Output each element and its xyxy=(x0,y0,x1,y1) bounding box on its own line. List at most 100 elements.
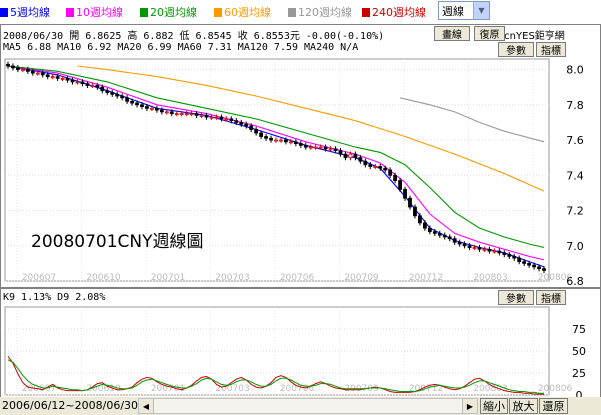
candle-body xyxy=(388,169,393,176)
kd-indicator-button[interactable]: 指標 xyxy=(536,290,566,305)
legend-item-ma60[interactable]: 60週均線 xyxy=(214,4,271,20)
indicator-button[interactable]: 指標 xyxy=(536,42,566,57)
candle-body xyxy=(442,234,447,238)
candle-body xyxy=(174,113,179,116)
candle-body xyxy=(145,106,149,109)
candle-body xyxy=(35,72,40,75)
candle-body xyxy=(502,252,507,255)
candle-body xyxy=(373,166,378,168)
legend-swatch xyxy=(66,7,74,17)
draw-line-button[interactable]: 畫線 xyxy=(434,26,470,41)
kd-info: K9 1.13% D9 2.08% xyxy=(3,292,106,303)
kd-panel: K9 1.13% D9 2.08% 參數 指標 200607 200610 2007… xyxy=(0,288,601,398)
x-tick-label: 200706 xyxy=(280,273,315,283)
candle-body xyxy=(507,254,512,257)
legend-item-ma240[interactable]: 240週均線 xyxy=(362,4,426,20)
candle-body xyxy=(403,188,407,199)
candle-body xyxy=(333,148,338,152)
candle-body xyxy=(477,247,482,250)
kd-x-tick-label: 200806 xyxy=(538,384,573,394)
candle-body xyxy=(393,174,398,181)
zoom-out-button[interactable]: 縮小 xyxy=(480,398,508,414)
time-scrollbar[interactable]: ◀ ▶ xyxy=(138,398,478,414)
zoom-in-button[interactable]: 放大 xyxy=(509,398,538,414)
candle-body xyxy=(457,241,462,245)
candle-body xyxy=(140,104,144,107)
legend-item-ma5[interactable]: 5週均線 xyxy=(0,4,50,20)
restore-button[interactable]: 復原 xyxy=(474,26,505,41)
candle-body xyxy=(214,116,219,119)
period-select[interactable]: 週線 ▼ xyxy=(438,1,490,20)
candle-body xyxy=(169,111,174,115)
candle-body xyxy=(254,129,259,134)
candle-body xyxy=(75,81,80,84)
candle-body xyxy=(115,93,120,97)
y-tick-label: 7.4 xyxy=(566,169,584,182)
candle-body xyxy=(85,83,90,86)
candle-body xyxy=(150,107,154,110)
legend-item-ma20[interactable]: 20週均線 xyxy=(140,4,197,20)
bottom-bar: 2006/06/12~2008/06/30 ◀ ▶ 縮小 放大 還原 xyxy=(0,397,601,415)
candle-body xyxy=(542,268,546,271)
candle-body xyxy=(209,116,214,119)
candle-body xyxy=(264,136,268,139)
candle-body xyxy=(279,139,283,142)
legend-swatch xyxy=(214,7,222,17)
candle-body xyxy=(184,113,189,116)
candle-body xyxy=(65,77,70,81)
legend-item-ma120[interactable]: 120週均線 xyxy=(288,4,352,20)
ma-legend: 5週均線 10週均線 20週均線 60週均線 120週均線 240週均線 週線 ▼ xyxy=(0,0,601,24)
scroll-left-icon[interactable]: ◀ xyxy=(139,399,154,413)
chart-watermark: 20080701CNY週線圖 xyxy=(31,232,204,252)
candle-body xyxy=(95,85,100,88)
candle-body xyxy=(194,113,199,116)
candle-body xyxy=(512,255,517,259)
candle-body xyxy=(229,118,234,122)
candle-body xyxy=(50,76,55,79)
candle-body xyxy=(413,206,417,217)
candle-body xyxy=(30,70,35,74)
chevron-down-icon[interactable]: ▼ xyxy=(473,2,489,19)
params-button[interactable]: 參數 xyxy=(498,42,534,57)
candle-body xyxy=(522,261,527,264)
candle-body xyxy=(323,146,328,150)
candle-body xyxy=(308,146,313,149)
candle-body xyxy=(130,100,134,104)
legend-swatch xyxy=(288,7,296,17)
candle-body xyxy=(487,248,492,252)
reset-button[interactable]: 還原 xyxy=(539,398,568,414)
y-tick-label: 7.8 xyxy=(566,99,584,112)
candle-body xyxy=(204,114,209,118)
kd-y-tick-label: 25 xyxy=(572,367,586,380)
candle-body xyxy=(224,118,229,121)
x-tick-label: 200709 xyxy=(344,273,379,283)
candle-body xyxy=(408,197,412,208)
candle-body xyxy=(284,139,288,143)
kd-params-button[interactable]: 參數 xyxy=(498,290,534,305)
candle-body xyxy=(462,243,467,247)
y-tick-label: 7.2 xyxy=(566,205,584,218)
scroll-right-icon[interactable]: ▶ xyxy=(462,399,477,413)
price-panel: 2008/06/30 開 6.8625 高 6.882 低 6.8545 收 6… xyxy=(0,24,601,288)
candle-body xyxy=(239,122,244,125)
candle-body xyxy=(288,141,293,144)
x-tick-label: 200610 xyxy=(86,273,121,283)
candle-body xyxy=(472,247,477,249)
candle-body xyxy=(90,85,95,87)
candle-body xyxy=(338,150,343,155)
candle-body xyxy=(537,266,541,270)
ma-values: MA5 6.88 MA10 6.92 MA20 6.99 MA60 7.31 M… xyxy=(3,42,359,53)
candle-body xyxy=(348,153,353,159)
candle-body xyxy=(298,143,303,146)
price-info: 2008/06/30 開 6.8625 高 6.882 低 6.8545 收 6… xyxy=(3,31,385,42)
candle-body xyxy=(398,180,402,190)
candle-body xyxy=(343,153,348,159)
candle-body xyxy=(447,236,452,240)
candle-body xyxy=(497,250,502,254)
kd-chart: 200607 200610 200701 200703 200706 200709 2007… xyxy=(4,306,586,397)
candle-body xyxy=(418,215,422,224)
candle-body xyxy=(358,157,363,162)
candle-body xyxy=(274,139,278,142)
y-tick-label: 6.8 xyxy=(566,275,584,287)
legend-item-ma10[interactable]: 10週均線 xyxy=(66,4,123,20)
